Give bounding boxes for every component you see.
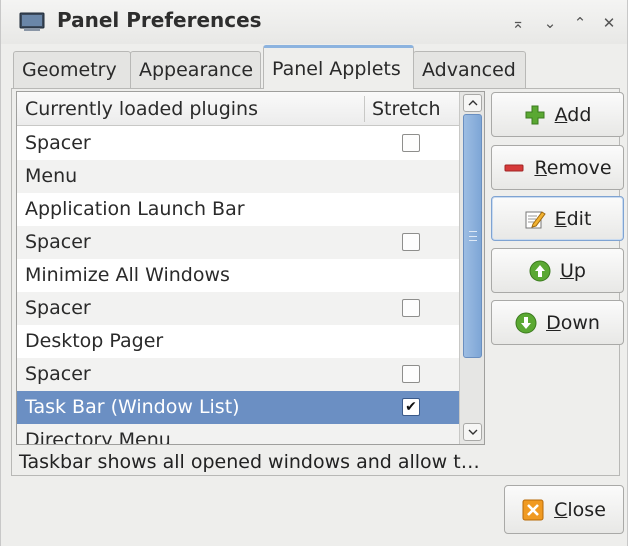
- column-separator: [364, 96, 365, 122]
- grip-icon: [469, 231, 477, 241]
- panel-app-icon: [19, 12, 45, 31]
- plugin-name: Spacer: [25, 297, 91, 319]
- table-row[interactable]: Desktop Pager: [17, 325, 459, 358]
- vertical-scrollbar[interactable]: [459, 92, 484, 444]
- table-row[interactable]: Menu: [17, 160, 459, 193]
- arrow-down-icon: [515, 312, 537, 333]
- tab-panel-applets[interactable]: Panel Applets: [263, 45, 414, 89]
- scroll-down-icon[interactable]: [463, 423, 482, 441]
- title-bar[interactable]: Panel Preferences ⌅ ⌄ ⌃ ✕: [1, 0, 627, 44]
- tab-label: Geometry: [22, 59, 117, 81]
- tab-label: Appearance: [139, 59, 254, 81]
- tab-appearance[interactable]: Appearance: [130, 51, 261, 88]
- stretch-checkbox[interactable]: [402, 299, 420, 317]
- scroll-up-icon[interactable]: [463, 94, 482, 112]
- window-title: Panel Preferences: [57, 8, 262, 32]
- plugin-name: Directory Menu: [25, 429, 171, 445]
- edit-button[interactable]: Edit: [491, 196, 624, 241]
- table-row[interactable]: Spacer: [17, 226, 459, 259]
- up-button[interactable]: Up: [491, 248, 624, 293]
- remove-icon: [504, 164, 524, 171]
- table-row[interactable]: Spacer: [17, 358, 459, 391]
- add-button[interactable]: Add: [491, 92, 624, 137]
- table-row[interactable]: Minimize All Windows: [17, 259, 459, 292]
- remove-label: Remove: [534, 156, 612, 179]
- shade-icon[interactable]: ⌅: [507, 12, 529, 34]
- arrow-up-icon: [529, 260, 551, 281]
- close-dialog-icon: [522, 499, 544, 520]
- stretch-checkbox[interactable]: [402, 233, 420, 251]
- up-label: Up: [560, 259, 586, 282]
- table-row[interactable]: Directory Menu: [17, 424, 459, 445]
- plugin-name: Menu: [25, 165, 78, 187]
- close-label: Close: [554, 498, 606, 521]
- plugin-name: Task Bar (Window List): [25, 396, 240, 418]
- close-icon[interactable]: ✕: [598, 12, 620, 34]
- plugin-name: Minimize All Windows: [25, 264, 230, 286]
- plugin-name: Spacer: [25, 132, 91, 154]
- tab-label: Advanced: [422, 59, 516, 81]
- plugin-name: Application Launch Bar: [25, 198, 245, 220]
- plugin-rows: Spacer Menu Application Launch Bar Space…: [17, 127, 459, 445]
- table-row[interactable]: Spacer: [17, 127, 459, 160]
- column-header-stretch[interactable]: Stretch: [372, 98, 441, 120]
- down-button[interactable]: Down: [491, 300, 624, 345]
- tab-label: Panel Applets: [272, 57, 401, 80]
- edit-label: Edit: [554, 207, 592, 230]
- scroll-thumb[interactable]: [463, 114, 482, 358]
- column-header-plugins[interactable]: Currently loaded plugins: [25, 98, 258, 120]
- minimize-icon[interactable]: ⌄: [539, 12, 561, 34]
- plugin-list[interactable]: Currently loaded plugins Stretch Spacer …: [16, 91, 485, 445]
- remove-button[interactable]: Remove: [491, 145, 624, 190]
- plugin-name: Spacer: [25, 363, 91, 385]
- stretch-checkbox[interactable]: [402, 134, 420, 152]
- panel-preferences-window: Panel Preferences ⌅ ⌄ ⌃ ✕ Geometry Appea…: [0, 0, 628, 546]
- stretch-checkbox[interactable]: [402, 365, 420, 383]
- table-row-selected[interactable]: Task Bar (Window List) ✔: [17, 391, 459, 424]
- add-label: Add: [554, 103, 592, 126]
- close-button[interactable]: Close: [504, 485, 624, 534]
- add-icon: [525, 105, 545, 124]
- tab-geometry[interactable]: Geometry: [13, 51, 131, 88]
- maximize-icon[interactable]: ⌃: [569, 12, 591, 34]
- table-row[interactable]: Spacer: [17, 292, 459, 325]
- plugin-description: Taskbar shows all opened windows and all…: [19, 451, 480, 473]
- tab-advanced[interactable]: Advanced: [413, 51, 526, 88]
- plugin-name: Desktop Pager: [25, 330, 164, 352]
- stretch-checkbox[interactable]: ✔: [402, 398, 420, 416]
- plugin-name: Spacer: [25, 231, 91, 253]
- table-row[interactable]: Application Launch Bar: [17, 193, 459, 226]
- down-label: Down: [546, 311, 600, 334]
- plugin-list-header: Currently loaded plugins Stretch: [17, 92, 459, 126]
- edit-icon: [525, 210, 546, 228]
